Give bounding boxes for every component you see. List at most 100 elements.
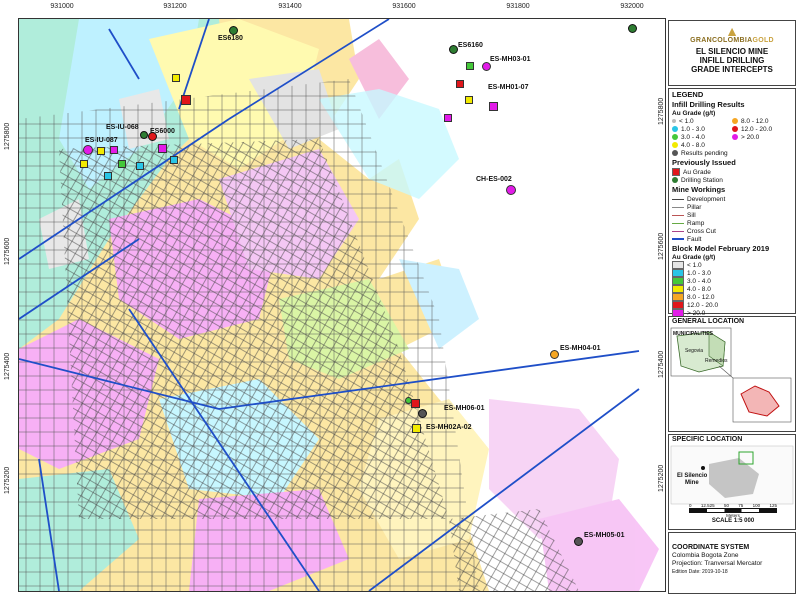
y-tick-right: 1275800 [658,97,665,125]
label-ches002: CH-ES-002 [476,176,512,183]
drill-hole-mh04[interactable] [550,350,559,359]
label-mh01: ES-MH01-07 [488,84,529,91]
grade-columns: < 1.0 1.0 - 3.0 3.0 - 4.0 4.0 - 8.0 8.0 … [669,117,795,149]
red-dot-icon [732,126,738,132]
intercept [104,172,112,180]
orange-dot-icon [732,118,738,124]
y-tick: 1275600 [4,237,11,265]
intercept [405,397,412,404]
intercept [181,95,191,105]
drilling-station[interactable] [140,131,148,139]
logo-colombia: COLOMBIA [711,37,753,44]
drill-hole-mh03[interactable] [482,62,491,71]
block-item: 4.0 - 8.0 [669,285,795,293]
working-item: Development [669,195,795,203]
results-pending: Results pending [669,149,795,157]
map-canvas[interactable] [18,18,666,592]
label-mh03: ES-MH03-01 [490,56,531,63]
label-es6180: ES6180 [218,35,243,42]
line-icon [672,198,684,200]
working-item: Pillar [669,203,795,211]
station-dot-icon [672,177,678,183]
logo-gold: GOLD [752,37,774,44]
pending-dot-icon [672,150,678,156]
swatch-icon [672,293,684,301]
drilling-station-es6180[interactable] [229,26,238,35]
prev-title: Previously Issued [672,158,736,167]
swatch-icon [672,269,684,277]
label-mh04: ES-MH04-01 [560,345,601,352]
intercept [489,102,498,111]
x-tick: 931400 [278,3,302,10]
legend-box: LEGEND Infill Drilling Results Au Grade … [668,88,796,317]
drilling-station-es6160[interactable] [449,45,458,54]
grade-item: < 1.0 [669,117,729,125]
line-icon [672,222,684,224]
intercept [444,114,452,122]
prev-au: Au Grade [669,168,795,176]
title-box: ▲ GRANCOLOMBIAGOLD EL SILENCIO MINE INFI… [668,20,796,86]
prev-station: Drilling Station [669,176,795,184]
y-tick: 1275400 [4,352,11,380]
intercept [465,96,473,104]
remedios-label: Remedios [705,358,728,364]
line-icon [672,214,684,216]
scale-text: SCALE 1:5 000 [711,518,755,524]
grade-item: 8.0 - 12.0 [729,117,795,125]
label-mh06: ES-MH06-01 [444,405,485,412]
block-title: Block Model February 2019 [672,244,770,253]
x-tick: 932000 [620,3,644,10]
label-mh02a: ES-MH02A-02 [426,424,472,431]
swatch-icon [672,301,684,309]
intercept [136,162,144,170]
drill-hole-ches002[interactable] [506,185,516,195]
label-iu068: ES-IU-068 [106,124,139,131]
label-mh05: ES-MH05-01 [584,532,625,539]
swatch-icon [672,285,684,293]
line-icon [672,206,684,208]
block-sub: Au Grade (g/t) [672,254,716,261]
general-location-title: GENERAL LOCATION [672,318,745,325]
working-item: Fault [669,235,795,243]
intercept [456,80,464,88]
yellow-dot-icon [672,142,678,148]
grade-item: > 20.0 [729,133,795,141]
grade-item: 12.0 - 20.0 [729,125,795,133]
drill-hole-iu087[interactable] [83,145,93,155]
grade-item: 4.0 - 8.0 [669,141,729,149]
label-es6000: ES6000 [150,128,175,135]
workings-title: Mine Workings [672,185,726,194]
coordinate-line2: Projection: Tranversal Mercator [672,560,763,567]
drill-hole-mh06[interactable] [418,409,427,418]
cyan-dot-icon [672,126,678,132]
grade-item: 1.0 - 3.0 [669,125,729,133]
intercept [97,147,105,155]
block-item: 8.0 - 12.0 [669,293,795,301]
legend-panel: ▲ GRANCOLOMBIAGOLD EL SILENCIO MINE INFI… [668,20,796,596]
swatch-icon [672,277,684,285]
label-es6160: ES6160 [458,42,483,49]
block-item: 1.0 - 3.0 [669,269,795,277]
y-tick-right: 1275600 [658,232,665,260]
intercept [172,74,180,82]
scale-bar: 0 12.525 50 75 100 125 Meters SCALE 1:5 000 [689,503,777,524]
magenta-dot-icon [732,134,738,140]
segovia-label: Segovia [685,348,704,354]
title-line2: INFILL DRILLING [699,56,765,65]
intercept [158,144,167,153]
specific-location-box: SPECIFIC LOCATION El Silencio Mine 0 12.5… [668,434,796,530]
intercept [118,160,126,168]
line-icon [672,230,684,232]
infill-au-grade: Au Grade (g/t) [672,110,716,117]
title-line3: GRADE INTERCEPTS [691,65,773,74]
y-tick-right: 1275400 [658,350,665,378]
drill-hole-mh05[interactable] [574,537,583,546]
grey-dot-icon [672,119,676,123]
logo-gran: GRAN [690,37,712,44]
municipalities-label: MUNICIPALITIES [673,331,713,337]
working-item: Sill [669,211,795,219]
y-tick: 1275800 [4,122,11,150]
drilling-station[interactable] [628,24,637,33]
drill-hole-mh02a[interactable] [412,424,421,433]
coordinate-box: COORDINATE SYSTEM Colombia Bogota Zone P… [668,532,796,594]
